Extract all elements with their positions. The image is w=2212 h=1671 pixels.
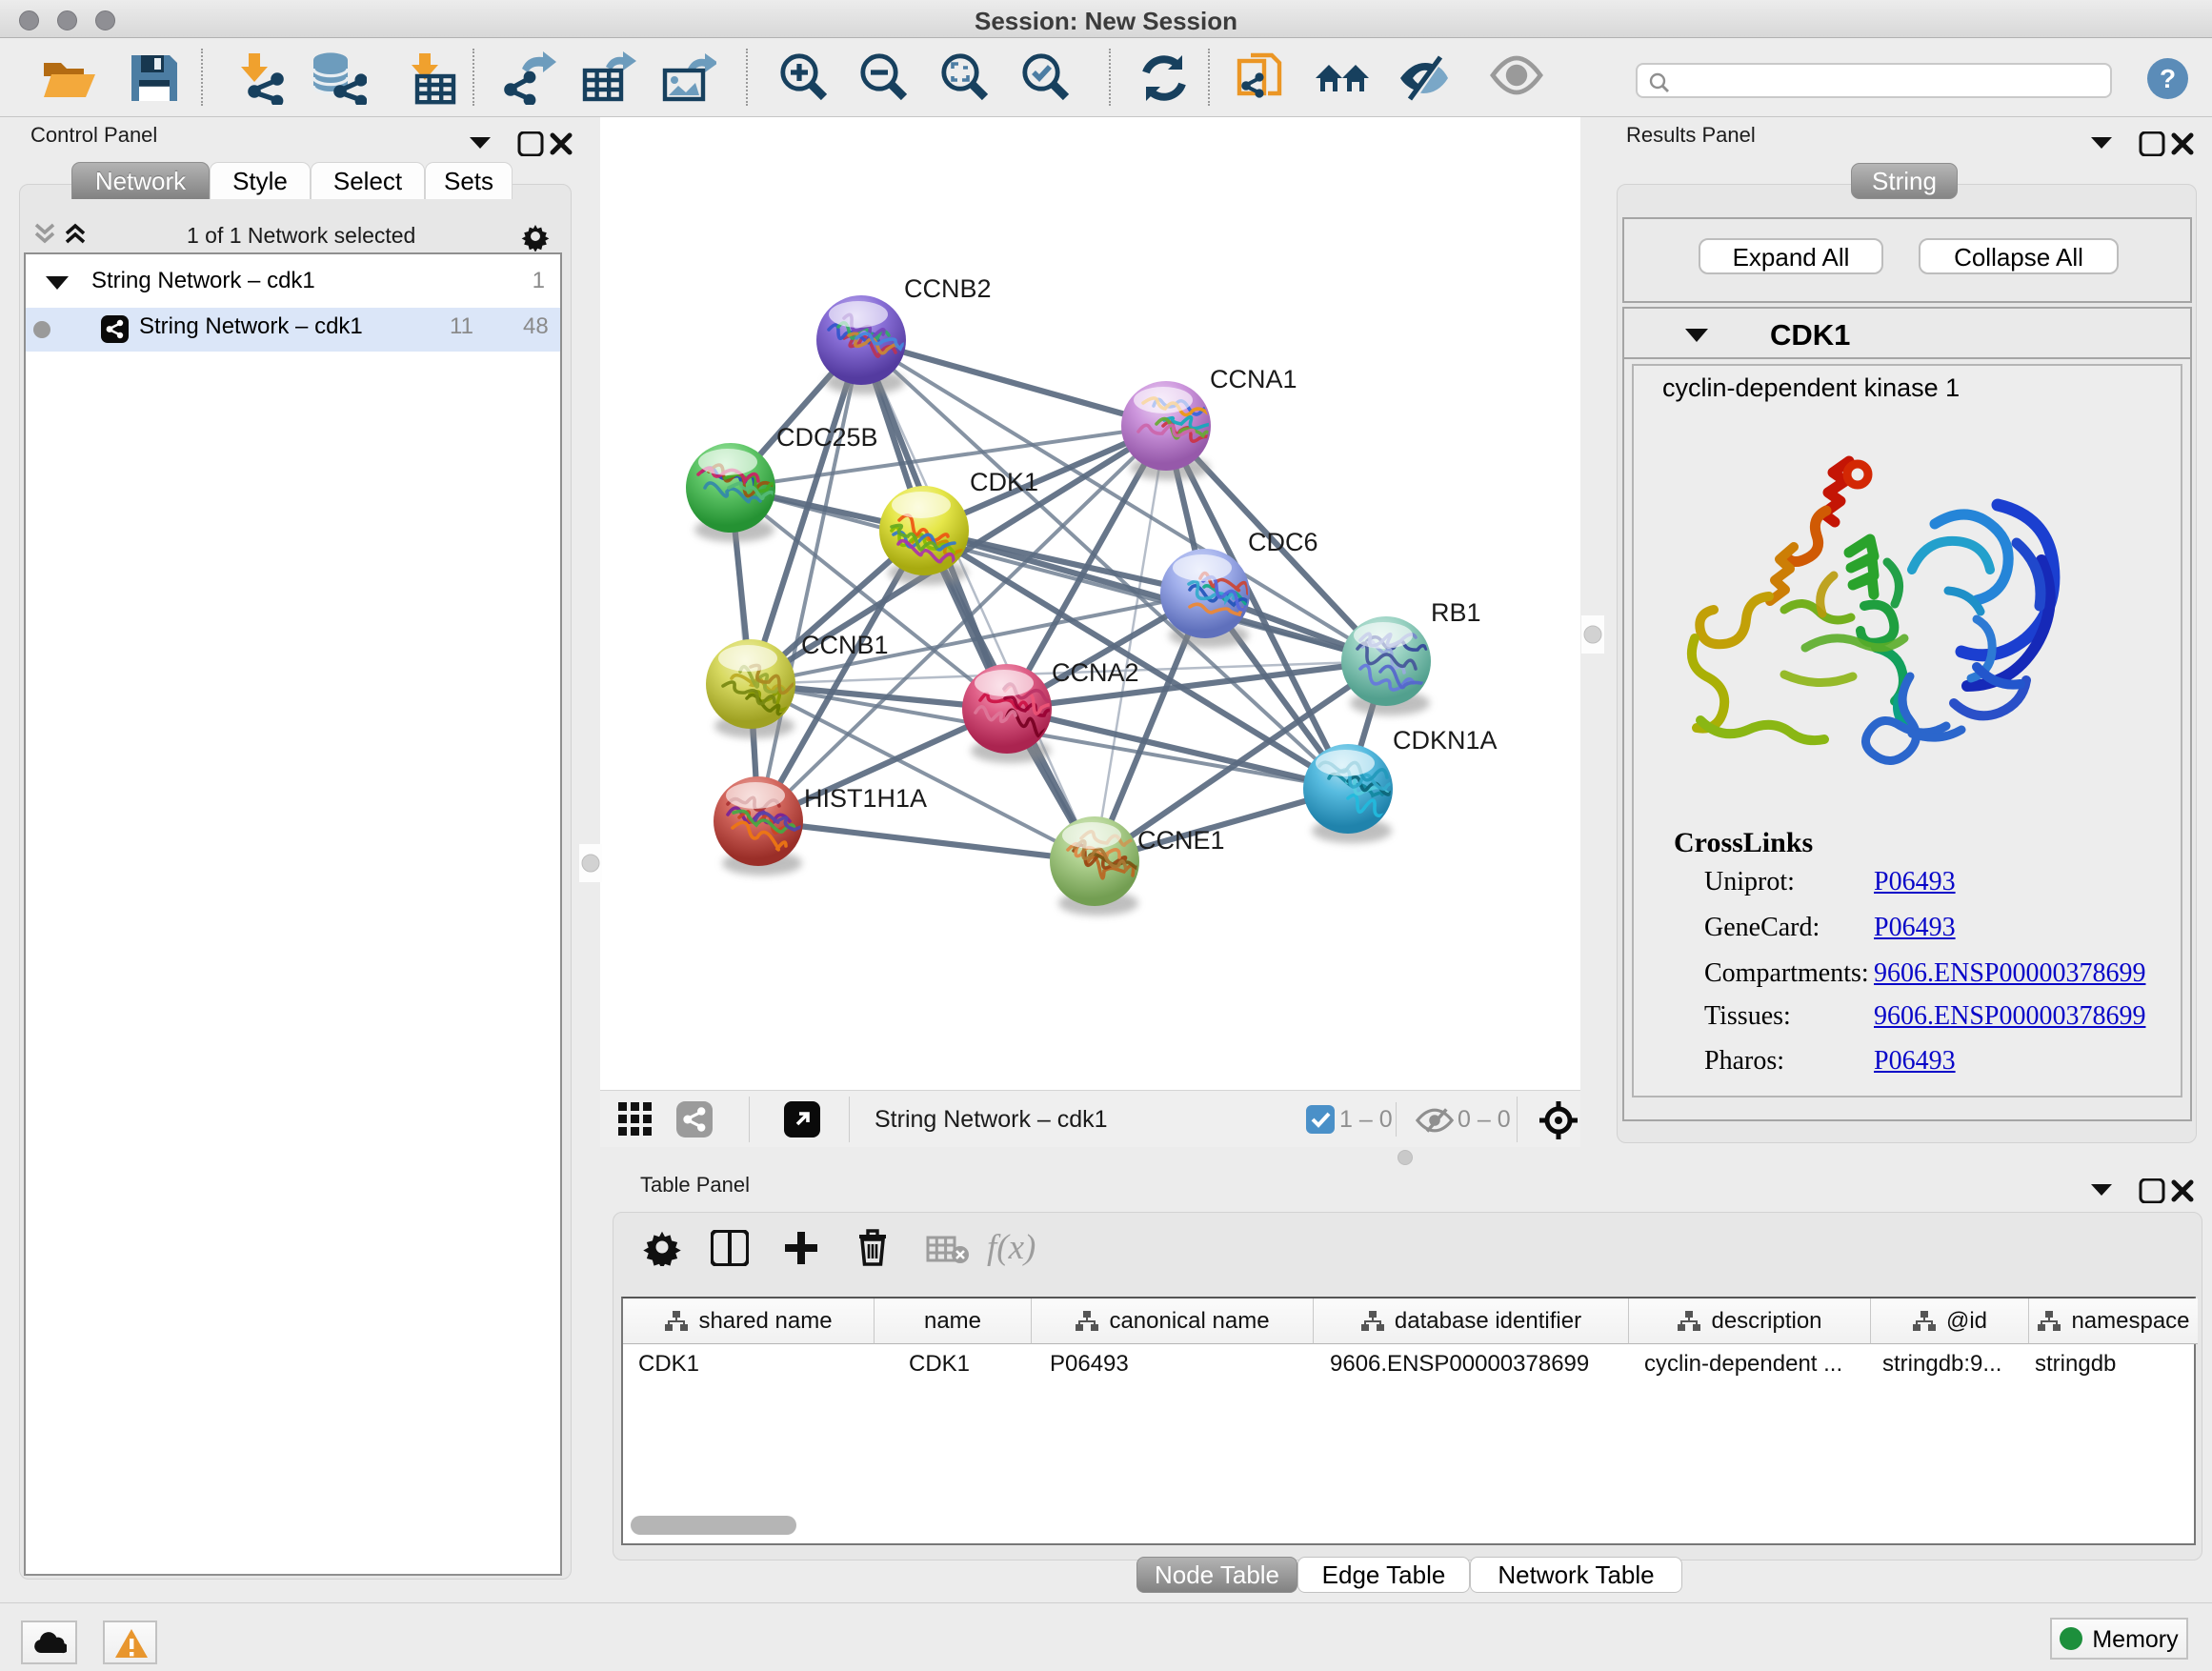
- svg-text:CCNA1: CCNA1: [1210, 365, 1297, 393]
- svg-text:CDC25B: CDC25B: [776, 423, 878, 452]
- svg-text:CCNB2: CCNB2: [904, 274, 992, 303]
- svg-text:CCNA2: CCNA2: [1052, 658, 1139, 687]
- svg-text:RB1: RB1: [1431, 598, 1481, 627]
- svg-text:CDK1: CDK1: [970, 468, 1038, 496]
- svg-text:CDKN1A: CDKN1A: [1393, 726, 1498, 755]
- svg-text:CCNE1: CCNE1: [1137, 826, 1225, 855]
- svg-text:HIST1H1A: HIST1H1A: [804, 784, 927, 813]
- svg-text:CCNB1: CCNB1: [801, 631, 889, 659]
- svg-text:?: ?: [2160, 64, 2176, 93]
- svg-text:CDC6: CDC6: [1248, 528, 1318, 556]
